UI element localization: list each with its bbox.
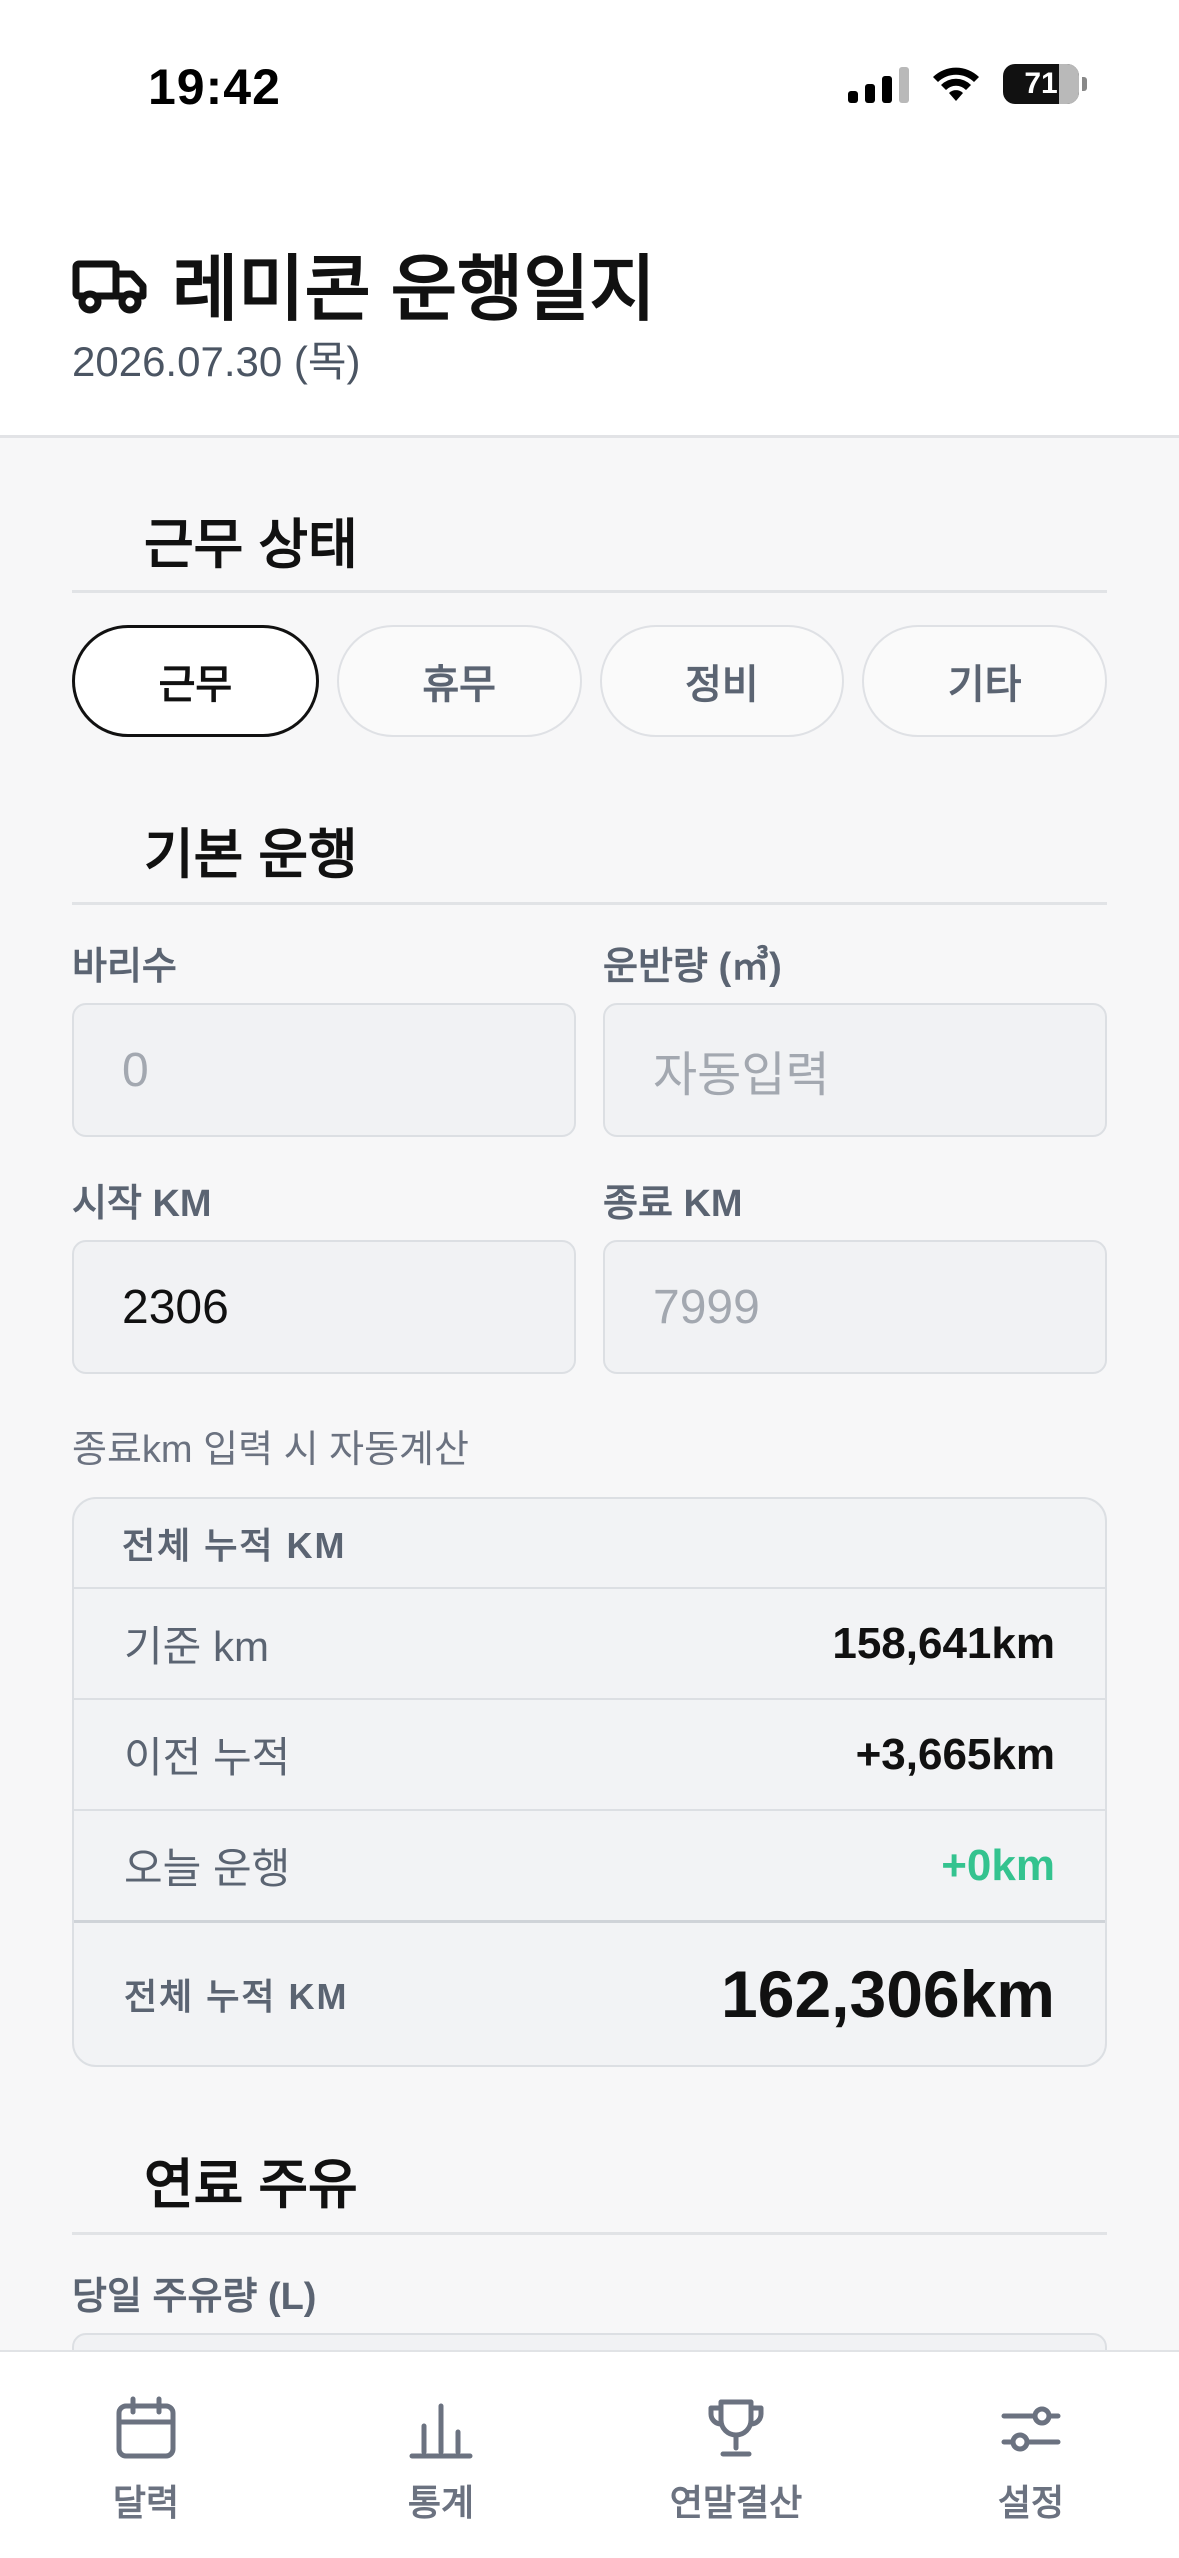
volume-input[interactable]: 자동입력 xyxy=(603,1003,1107,1137)
trips-label: 바리수 xyxy=(72,946,177,988)
battery-icon: 71 xyxy=(1003,64,1087,104)
page-date: 2026.07.30 (목) xyxy=(72,338,361,385)
tab-label: 설정 xyxy=(997,2482,1065,2523)
status-option-work[interactable]: 근무 xyxy=(72,625,319,737)
cellular-signal-icon xyxy=(848,65,909,103)
summary-total-label: 전체 누적 KM xyxy=(124,1976,349,2017)
start-km-input[interactable]: 2306 xyxy=(72,1240,576,1374)
summary-row-value: +0km xyxy=(941,1840,1055,1890)
status-icons: 71 xyxy=(848,64,1087,104)
start-km-label: 시작 KM xyxy=(72,1183,212,1225)
divider xyxy=(72,902,1107,905)
tab-label: 달력 xyxy=(112,2482,180,2523)
summary-total-value: 162,306km xyxy=(721,1957,1055,2031)
divider xyxy=(72,2232,1107,2235)
summary-row-value: 158,641km xyxy=(832,1618,1055,1668)
section-title-basic: 기본 운행 xyxy=(144,825,358,885)
tab-label: 통계 xyxy=(407,2482,475,2523)
status-bar: 19:42 71 xyxy=(0,0,1179,150)
card-header: 전체 누적 KM xyxy=(74,1499,1105,1589)
summary-row-base: 기준 km 158,641km xyxy=(74,1589,1105,1700)
bar-chart-icon xyxy=(409,2403,473,2459)
status-option-other[interactable]: 기타 xyxy=(862,625,1107,737)
status-time: 19:42 xyxy=(148,59,281,115)
tab-settings[interactable]: 설정 xyxy=(931,2394,1131,2526)
tab-year-end[interactable]: 연말결산 xyxy=(636,2394,836,2526)
divider xyxy=(72,590,1107,593)
end-km-input[interactable]: 7999 xyxy=(603,1240,1107,1374)
battery-level: 71 xyxy=(1024,67,1058,100)
bottom-tab-bar: 달력 통계 연말결산 설정 xyxy=(0,2350,1179,2558)
status-option-maintenance[interactable]: 정비 xyxy=(599,625,845,737)
sliders-icon xyxy=(1001,2406,1061,2452)
tab-label: 연말결산 xyxy=(669,2482,803,2523)
auto-calc-hint: 종료km 입력 시 자동계산 xyxy=(72,1429,469,1471)
trophy-icon xyxy=(708,2399,764,2457)
summary-row-value: +3,665km xyxy=(855,1729,1055,1779)
end-km-label: 종료 KM xyxy=(603,1183,743,1225)
app-header: 레미콘 운행일지 2026.07.30 (목) xyxy=(0,150,1179,438)
daily-fuel-label: 당일 주유량 (L) xyxy=(72,2276,317,2318)
wifi-icon xyxy=(933,67,979,101)
trips-input[interactable]: 0 xyxy=(72,1003,576,1137)
truck-icon xyxy=(72,260,147,313)
summary-row-previous: 이전 누적 +3,665km xyxy=(74,1700,1105,1811)
summary-row-today: 오늘 운행 +0km xyxy=(74,1811,1105,1922)
calendar-icon xyxy=(116,2396,176,2459)
section-title-work-status: 근무 상태 xyxy=(144,515,358,575)
cumulative-km-card: 전체 누적 KM 기준 km 158,641km 이전 누적 +3,665km … xyxy=(72,1497,1107,2067)
volume-label: 운반량 (㎥) xyxy=(603,946,782,988)
tab-calendar[interactable]: 달력 xyxy=(46,2394,246,2526)
summary-row-label: 이전 누적 xyxy=(124,1734,291,1781)
section-title-fuel: 연료 주유 xyxy=(144,2155,358,2215)
summary-total-row: 전체 누적 KM 162,306km xyxy=(74,1920,1105,2065)
work-status-segmented: 근무 휴무 정비 기타 xyxy=(72,625,1107,737)
tab-statistics[interactable]: 통계 xyxy=(341,2394,541,2526)
summary-row-label: 기준 km xyxy=(124,1623,269,1670)
summary-row-label: 오늘 운행 xyxy=(124,1845,291,1892)
page-title: 레미콘 운행일지 xyxy=(172,250,656,330)
status-option-off[interactable]: 휴무 xyxy=(336,625,582,737)
